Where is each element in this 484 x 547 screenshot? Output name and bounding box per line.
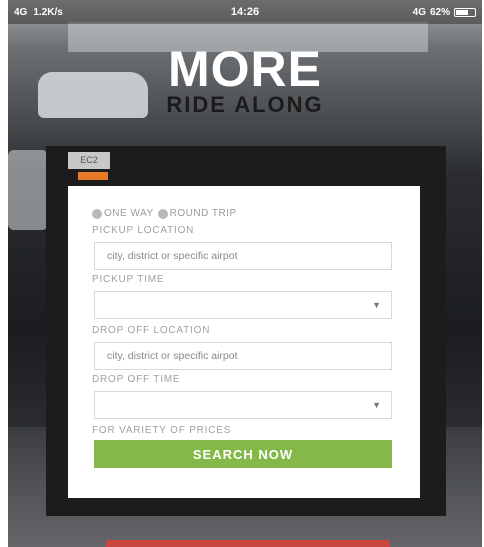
pickup-time-label: PICKUP TIME — [92, 274, 165, 285]
status-bar: 4G 1.2K/s 14:26 4G 62% — [8, 0, 482, 24]
clock: 14:26 — [230, 6, 260, 18]
one-way-option[interactable]: ONE WAY — [104, 208, 154, 219]
drop-location-input[interactable]: city, district or specific airpot — [94, 342, 392, 370]
drop-time-select[interactable]: ▼ — [94, 391, 392, 419]
drop-location-label: DROP OFF LOCATION — [92, 325, 211, 336]
drop-time-label: DROP OFF TIME — [92, 374, 181, 385]
radio-icon[interactable] — [157, 208, 168, 219]
battery-icon — [454, 7, 476, 17]
hero-title: MORE — [168, 41, 322, 97]
background-car — [8, 150, 48, 230]
price-note: FOR VARIETY OF PRICES — [92, 425, 232, 436]
pickup-time-select[interactable]: ▼ — [94, 291, 392, 319]
booking-form: ONE WAY ROUND TRIP PICKUP LOCATION city,… — [68, 186, 420, 498]
bottom-action-button[interactable] — [106, 540, 390, 547]
pickup-location-input[interactable]: city, district or specific airpot — [94, 242, 392, 270]
pickup-location-label: PICKUP LOCATION — [92, 225, 195, 236]
tab-active-indicator[interactable] — [78, 172, 108, 180]
chevron-down-icon: ▼ — [372, 300, 381, 310]
trip-type-selector: ONE WAY ROUND TRIP — [92, 208, 396, 219]
chevron-down-icon: ▼ — [372, 400, 381, 410]
radio-icon[interactable] — [92, 208, 102, 219]
round-trip-option[interactable]: ROUND TRIP — [170, 208, 237, 219]
hero-subtitle: RIDE ALONG — [166, 92, 324, 117]
search-now-button[interactable]: SEARCH NOW — [94, 440, 392, 468]
tab-ec2[interactable]: EC2 — [68, 152, 110, 169]
